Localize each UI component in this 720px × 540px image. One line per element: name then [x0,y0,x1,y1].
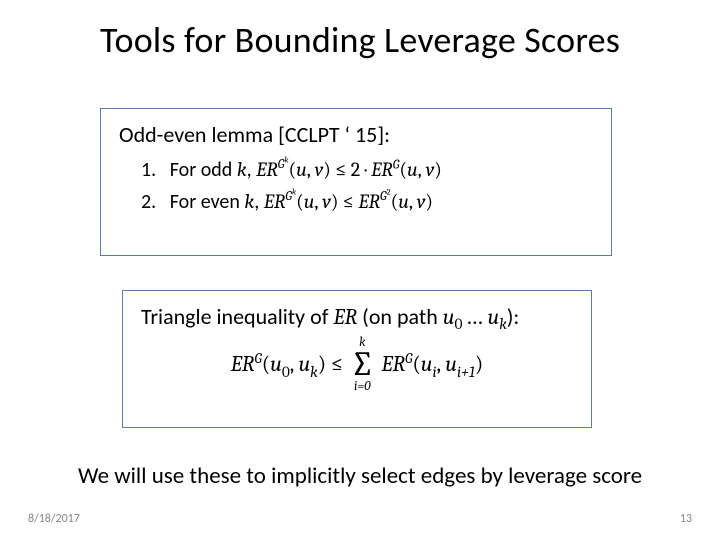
tri-u0-u: u [443,304,455,330]
item1-rhs-open: ( [399,158,407,181]
item2-sep: , [254,190,264,214]
item2-lhs-v: v [322,190,331,213]
lemma-heading-pre: Odd-even lemma [CCLPT [119,121,345,148]
f-lhs-close: ) [318,351,326,377]
f-rhs-comma: , [437,351,446,377]
item1-pre: For odd [170,158,237,182]
item1-k: k [237,158,247,181]
item1-lhs-close: ) [323,158,331,181]
tri-uk-u: u [488,304,500,330]
tri-close: ): [507,303,520,330]
lemma-heading-year: 15]: [350,121,390,148]
sigma-icon: ∑ [350,349,374,380]
item1-rhs-comma: , [418,158,426,181]
f-rhs-ip1: i+1 [457,363,475,381]
lemma-item-1: 1. For odd k, ERGk(u, v) ≤ 2 · ERG(u, v) [141,158,593,182]
item1-num: 1. [141,158,156,182]
item1-rhs-close: ) [434,158,442,181]
sum-bot: i=0 [350,380,374,393]
f-lhs-u2: u [298,351,310,377]
f-lhs-0: 0 [282,363,290,381]
footer-page: 13 [680,512,692,526]
item2-pre: For even [170,190,245,214]
f-rhs-u2: u [445,351,457,377]
f-lhs-open: ( [262,351,270,377]
item1-lhs-ER: ER [256,158,278,181]
f-rhs-close: ) [475,351,483,377]
tri-mid: (on path [357,303,443,330]
item1-lhs-u: u [296,158,307,181]
item2-lhs-u: u [304,190,315,213]
item2-lhs-G: G [285,189,292,204]
item1-rhs-v: v [426,158,435,181]
lemma-item-2: 2. For even k, ERGk(u, v) ≤ ERG2(u, v) [141,190,593,214]
tri-ER: ER [333,304,357,330]
f-rhs-open: ( [412,351,420,377]
conclusion-text: We will use these to implicitly select e… [0,462,720,490]
f-rhs-u: u [421,351,433,377]
slide-title: Tools for Bounding Leverage Scores [0,18,720,62]
item2-lhs-open: ( [296,190,304,213]
tri-pre: Triangle inequality of [141,303,333,330]
item2-rhs-close: ) [425,190,433,213]
item2-rhs-comma: , [409,190,417,213]
item2-rhs-ER: ER [358,190,380,213]
item2-lhs-close: ) [331,190,339,213]
f-lhs-u: u [270,351,282,377]
item2-num: 2. [141,190,156,214]
item1-rhs-ER: ER [371,158,393,181]
lemma-box: Odd-even lemma [CCLPT ‘ 15]: 1. For odd … [100,108,612,256]
item1-rhs-u: u [407,158,418,181]
item2-rhs-u: u [398,190,409,213]
item2-le: ≤ [339,190,359,213]
f-lhs-k: k [310,363,318,381]
f-lhs-G: G [254,350,261,367]
f-rhs-ER: ER [381,351,405,377]
triangle-heading: Triangle inequality of ER (on path u0 … … [141,303,573,330]
item1-lhs-v: v [315,158,324,181]
item2-lhs-ER: ER [264,190,286,213]
f-le: ≤ [331,353,343,375]
item1-lhs-comma: , [307,158,315,181]
item1-lhs-open: ( [288,158,296,181]
tri-dots: … [462,303,487,330]
f-lhs-ER: ER [231,351,255,377]
item2-rhs-G: G [380,189,387,204]
footer-date: 8/18/2017 [28,512,80,526]
tri-uk-k: k [499,315,507,333]
slide: Tools for Bounding Leverage Scores Odd-e… [0,0,720,540]
item1-le: ≤ 2 · [331,158,371,181]
item1-sep: , [247,158,257,182]
item2-k: k [244,190,254,213]
lemma-heading: Odd-even lemma [CCLPT ‘ 15]: [119,121,593,148]
triangle-formula: ERG(u0, uk) ≤ k ∑ i=0 ERG(ui, ui+1) [141,336,573,393]
triangle-box: Triangle inequality of ER (on path u0 … … [122,290,592,428]
sum-icon: k ∑ i=0 [350,336,374,393]
